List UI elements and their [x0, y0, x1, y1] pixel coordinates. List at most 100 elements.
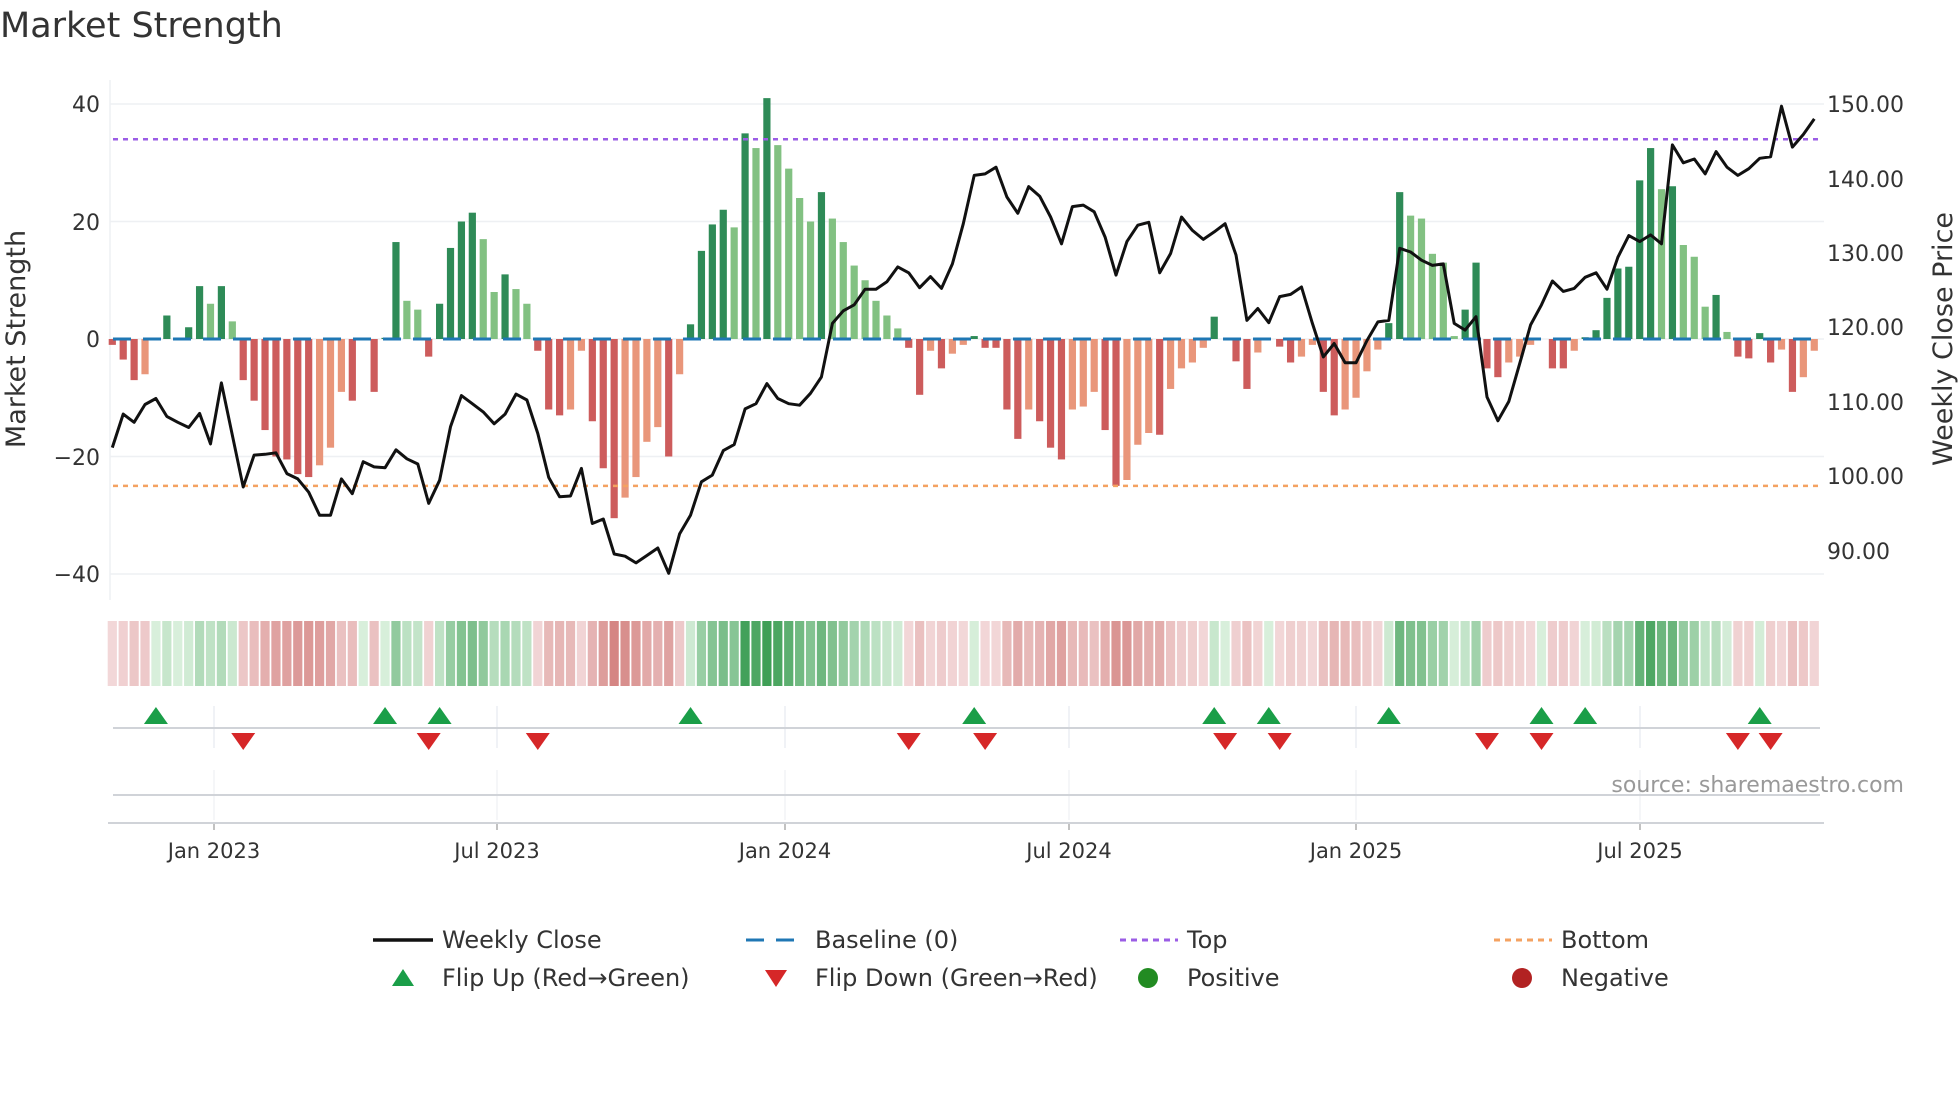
- positive-bar: [501, 274, 509, 339]
- heat-cell: [107, 621, 117, 686]
- positive-bar: [479, 239, 487, 339]
- positive-bar: [1668, 186, 1677, 339]
- heat-cell: [565, 621, 576, 686]
- flip-up-marker: [1573, 707, 1598, 724]
- heat-cell: [336, 621, 347, 686]
- negative-bar: [1145, 339, 1153, 433]
- heat-cell: [424, 621, 434, 686]
- heat-cell: [1231, 621, 1241, 686]
- heat-cell: [838, 621, 848, 686]
- positive-bar: [163, 315, 171, 339]
- heat-cell: [1700, 621, 1710, 686]
- negative-bar: [1734, 339, 1742, 357]
- heat-cell: [1111, 621, 1121, 686]
- legend-item-flip-up[interactable]: Flip Up (Red→Green): [372, 964, 690, 992]
- heat-cell: [893, 621, 903, 686]
- heat-cell: [1176, 621, 1187, 686]
- heat-cell: [1035, 621, 1045, 686]
- positive-bar: [817, 192, 826, 339]
- heat-cell: [1569, 621, 1579, 686]
- heat-cell: [620, 621, 630, 686]
- negative-bar: [425, 339, 433, 357]
- heat-cell: [653, 621, 663, 686]
- legend-item-bottom[interactable]: Bottom: [1491, 926, 1649, 954]
- heat-cell: [718, 621, 728, 686]
- heat-cell: [947, 621, 957, 686]
- negative-bar: [621, 339, 629, 498]
- legend-item-flip-down[interactable]: Flip Down (Green→Red): [745, 964, 1098, 992]
- heat-cell: [238, 621, 248, 686]
- x-tick-label: Jan 2025: [1308, 839, 1403, 863]
- heat-cell: [1045, 621, 1056, 686]
- heat-cell: [1787, 621, 1798, 686]
- heat-cell: [740, 621, 750, 686]
- negative-bar: [545, 339, 553, 410]
- heat-cell: [1133, 621, 1143, 686]
- legend-item-top[interactable]: Top: [1117, 926, 1228, 954]
- y2-tick-label: 120.00: [1827, 316, 1904, 341]
- legend-label: Baseline (0): [815, 926, 959, 954]
- heat-cell: [751, 621, 761, 686]
- heat-cell: [609, 621, 619, 686]
- heat-cell: [1460, 621, 1470, 686]
- flip-up-marker: [143, 707, 168, 724]
- positive-bar: [1461, 309, 1469, 339]
- heat-cell: [544, 621, 554, 686]
- dotted-line-swatch-icon: [1117, 928, 1179, 952]
- heat-cell: [1635, 621, 1645, 686]
- flip-up-marker: [1747, 707, 1772, 724]
- negative-bar: [1243, 339, 1251, 389]
- heat-cell: [1809, 621, 1819, 686]
- heat-cell: [860, 621, 870, 686]
- heat-cell: [1405, 621, 1416, 686]
- flip-down-marker: [525, 733, 550, 750]
- heat-cell: [849, 621, 859, 686]
- positive-bar: [217, 286, 225, 339]
- heat-cell: [1689, 621, 1699, 686]
- heat-cell: [915, 621, 925, 686]
- heat-cell: [325, 621, 336, 686]
- circle-icon: [1117, 966, 1179, 990]
- positive-bar: [697, 250, 706, 339]
- heat-cell: [871, 621, 881, 686]
- heat-cell: [1766, 621, 1776, 686]
- negative-bar: [1276, 339, 1284, 347]
- y2-tick-label: 100.00: [1827, 465, 1904, 490]
- heat-cell: [1591, 621, 1601, 686]
- negative-bar: [1767, 339, 1775, 363]
- heat-cell: [991, 621, 1001, 686]
- negative-bar: [370, 339, 378, 392]
- flip-up-marker: [678, 707, 703, 724]
- heat-cell: [293, 621, 303, 686]
- heat-cell: [205, 621, 216, 686]
- heat-cell: [173, 621, 183, 686]
- negative-bar: [643, 339, 651, 442]
- heat-cell: [675, 621, 685, 686]
- heat-cell: [1667, 621, 1678, 686]
- heat-cell: [685, 621, 696, 686]
- heat-cell: [664, 621, 674, 686]
- heat-cell: [478, 621, 488, 686]
- heat-cell: [402, 621, 412, 686]
- heat-cell: [1755, 621, 1765, 686]
- positive-bar: [785, 168, 793, 339]
- heat-cell: [1646, 621, 1656, 686]
- heat-cell: [1733, 621, 1743, 686]
- legend-item-baseline[interactable]: Baseline (0): [745, 926, 958, 954]
- market-strength-chart: 40 20 0 −20 −40 Market Strength 150.00 1…: [1, 80, 1959, 863]
- positive-bar: [1701, 306, 1709, 339]
- legend-item-positive[interactable]: Positive: [1117, 964, 1280, 992]
- y-tick-label: 0: [86, 328, 100, 353]
- negative-bar: [534, 339, 542, 351]
- heat-cell: [936, 621, 947, 686]
- legend-item-negative[interactable]: Negative: [1491, 964, 1669, 992]
- heat-cell: [1798, 621, 1808, 686]
- heat-cell: [1722, 621, 1732, 686]
- heat-cell: [1329, 621, 1339, 686]
- negative-bar: [1188, 339, 1196, 363]
- negative-bar: [916, 339, 924, 395]
- heat-cell: [511, 621, 521, 686]
- legend-item-weekly-close[interactable]: Weekly Close: [372, 926, 602, 954]
- positive-bar: [1417, 218, 1426, 339]
- negative-bar: [1025, 339, 1033, 410]
